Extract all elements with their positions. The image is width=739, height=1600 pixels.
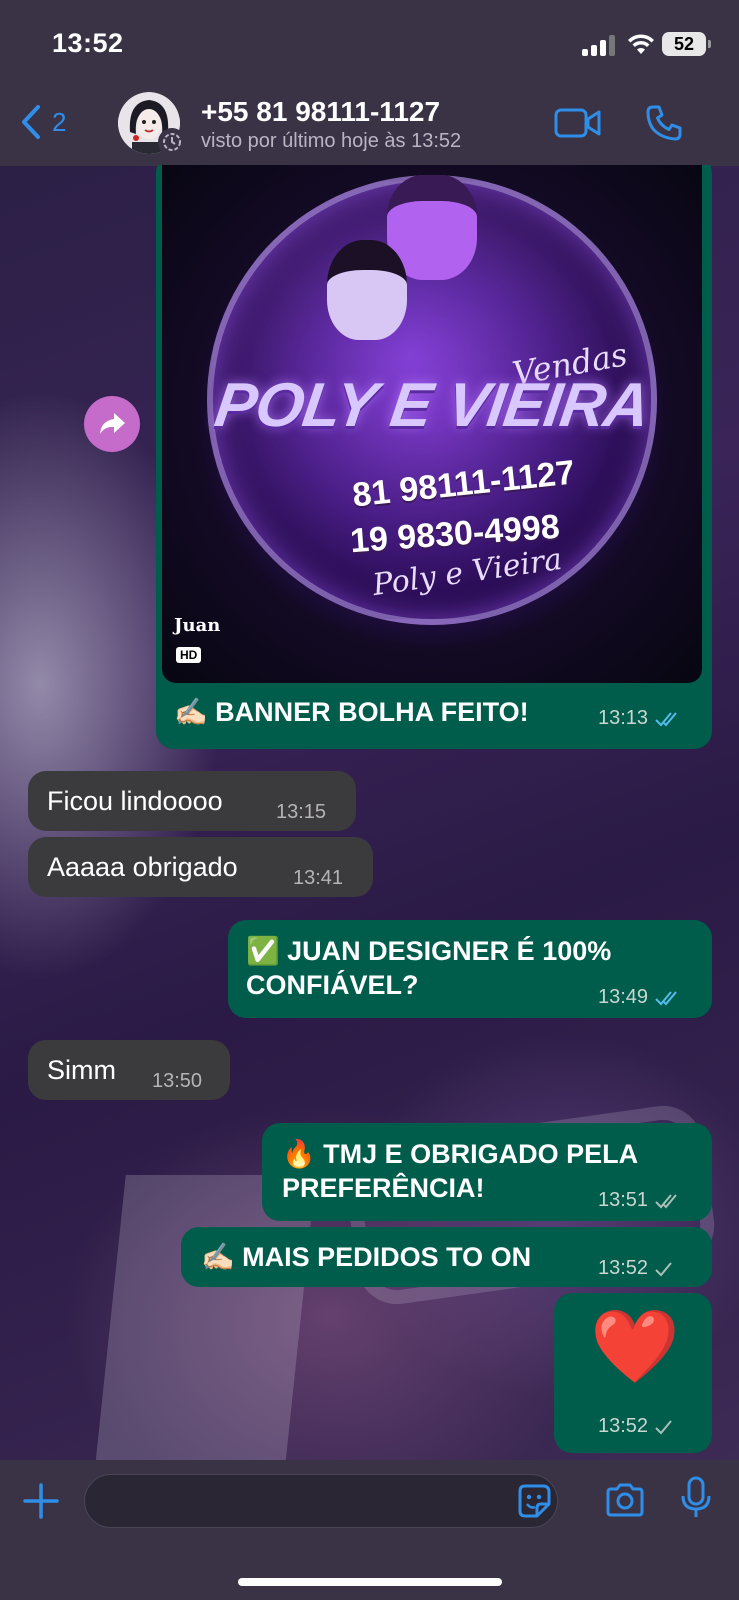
back-chevron-icon [22, 105, 40, 139]
forward-button[interactable] [84, 396, 140, 452]
fire-emoji: 🔥 [282, 1139, 316, 1169]
microphone-button[interactable] [680, 1476, 712, 1525]
chat-header: 2 +55 81 98111-1127 visto por último hoj… [0, 88, 739, 166]
message-time: 13:49 [598, 986, 682, 1009]
microphone-icon [681, 1476, 711, 1517]
status-ring-icon [158, 128, 186, 156]
contact-name[interactable]: +55 81 98111-1127 [201, 96, 440, 128]
heart-emoji: ❤️ [590, 1307, 680, 1387]
message-text: Simm [47, 1055, 116, 1085]
double-check-icon [655, 711, 677, 726]
camera-icon [606, 1483, 644, 1517]
double-check-icon [655, 990, 677, 1005]
incoming-message[interactable]: Ficou lindoooo 13:15 [28, 771, 356, 831]
banner-character [327, 240, 407, 340]
sticker-button[interactable] [515, 1482, 553, 1525]
phone-icon [646, 105, 682, 141]
message-line: PREFERÊNCIA! [282, 1173, 485, 1203]
single-check-icon [655, 1261, 672, 1276]
outgoing-message[interactable]: ❤️ 13:52 [554, 1293, 712, 1453]
status-bar: 13:52 52 [0, 0, 739, 88]
battery-indicator: 52 [662, 32, 711, 56]
banner-title: POLY E VIEIRA [210, 371, 654, 440]
message-time: 13:52 [598, 1415, 674, 1438]
home-indicator[interactable] [238, 1578, 502, 1586]
time-text: 13:51 [598, 1189, 649, 1211]
outgoing-message[interactable]: 🔥 TMJ E OBRIGADO PELA PREFERÊNCIA! 13:51 [262, 1123, 712, 1221]
message-text: ✍🏻 MAIS PEDIDOS TO ON [201, 1240, 531, 1274]
message-line: MAIS PEDIDOS TO ON [242, 1242, 532, 1272]
cellular-signal-icon [582, 34, 618, 56]
video-call-button[interactable] [554, 106, 602, 145]
attach-button[interactable] [22, 1482, 60, 1525]
hd-badge: HD [176, 647, 202, 663]
message-line: JUAN DESIGNER É 100% [287, 936, 612, 966]
voice-call-button[interactable] [645, 104, 683, 147]
message-text: ✅ JUAN DESIGNER É 100% CONFIÁVEL? [246, 934, 611, 1002]
wifi-icon [627, 32, 655, 61]
sticker-icon [518, 1484, 551, 1518]
message-list[interactable]: Vendas POLY E VIEIRA 81 98111-1127 19 98… [0, 165, 739, 1460]
message-time: 13:52 [598, 1257, 674, 1280]
writing-hand-emoji: ✍🏻 [201, 1242, 235, 1272]
message-composer [0, 1460, 739, 1600]
incoming-message[interactable]: Aaaaa obrigado 13:41 [28, 837, 373, 897]
last-seen-status: visto por último hoje às 13:52 [201, 130, 462, 152]
check-mark-emoji: ✅ [246, 936, 280, 966]
camera-button[interactable] [604, 1482, 646, 1523]
unread-count: 2 [52, 106, 67, 137]
outgoing-message[interactable]: ✅ JUAN DESIGNER É 100% CONFIÁVEL? 13:49 [228, 920, 712, 1018]
designer-logo: Juan [174, 615, 221, 636]
message-input[interactable] [84, 1474, 558, 1528]
outgoing-message[interactable]: ✍🏻 MAIS PEDIDOS TO ON 13:52 [181, 1227, 712, 1287]
message-text: 🔥 TMJ E OBRIGADO PELA PREFERÊNCIA! [282, 1137, 638, 1205]
message-time: 13:13 [598, 707, 682, 730]
message-text: Aaaaa obrigado [47, 852, 238, 882]
double-check-icon [655, 1193, 677, 1208]
time-text: 13:49 [598, 986, 649, 1008]
status-time: 13:52 [52, 28, 124, 58]
message-time: 13:41 [293, 867, 344, 889]
image-message[interactable]: Vendas POLY E VIEIRA 81 98111-1127 19 98… [156, 165, 712, 749]
message-text: Ficou lindoooo [47, 786, 223, 816]
message-line: TMJ E OBRIGADO PELA [323, 1139, 639, 1169]
time-text: 13:13 [598, 707, 649, 729]
image-caption: ✍🏻 BANNER BOLHA FEITO! [174, 695, 529, 729]
writing-hand-emoji: ✍🏻 [174, 697, 208, 727]
time-text: 13:52 [598, 1415, 649, 1437]
caption-text: BANNER BOLHA FEITO! [215, 697, 529, 727]
banner-image[interactable]: Vendas POLY E VIEIRA 81 98111-1127 19 98… [162, 165, 702, 683]
message-time: 13:50 [152, 1070, 203, 1092]
incoming-message[interactable]: Simm 13:50 [28, 1040, 230, 1100]
back-button[interactable]: 2 [20, 104, 66, 140]
message-time: 13:15 [276, 801, 327, 823]
message-line: CONFIÁVEL? [246, 970, 419, 1000]
video-call-icon [554, 108, 601, 138]
time-text: 13:52 [598, 1257, 649, 1279]
plus-icon [23, 1483, 59, 1519]
single-check-icon [655, 1419, 672, 1434]
message-time: 13:51 [598, 1189, 682, 1212]
forward-icon [100, 413, 125, 434]
